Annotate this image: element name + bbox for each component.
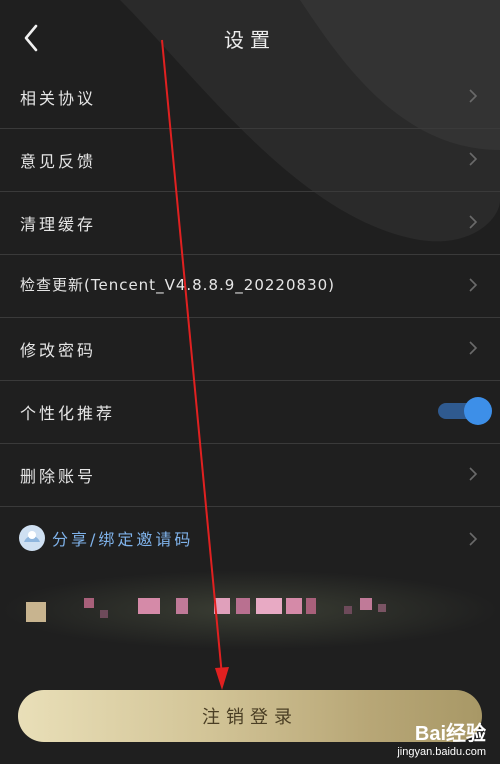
redacted-pixel: [138, 598, 160, 614]
settings-list: 相关协议 意见反馈 清理缓存 检查更新(Tencent_V4.8.8.9_202…: [0, 66, 500, 573]
redacted-avatar: [26, 602, 46, 622]
redacted-pixel: [256, 598, 282, 614]
redacted-account-info: [0, 570, 500, 650]
page-title: 设置: [224, 28, 276, 52]
watermark-brand: Bai经验: [414, 723, 486, 745]
chevron-right-icon: [469, 89, 478, 103]
baidu-jingyan-watermark: Bai经验 jingyan.baidu.com: [397, 717, 486, 758]
redacted-pixel: [378, 604, 386, 612]
redacted-pixel: [344, 606, 352, 614]
settings-item-personalized-recommend: 个性化推荐: [0, 381, 500, 444]
redacted-pixel: [100, 610, 108, 618]
redacted-pixel: [286, 598, 302, 614]
settings-item-feedback[interactable]: 意见反馈: [0, 129, 500, 192]
personalized-recommend-toggle[interactable]: [438, 397, 492, 425]
redacted-pixel: [360, 598, 372, 610]
settings-item-agreements[interactable]: 相关协议: [0, 66, 500, 129]
settings-item-label: 个性化推荐: [20, 404, 116, 423]
settings-item-change-password[interactable]: 修改密码: [0, 318, 500, 381]
invite-code-label: 分享/绑定邀请码: [52, 530, 194, 549]
settings-item-invite-code[interactable]: 分享/绑定邀请码: [0, 507, 500, 573]
chevron-right-icon: [469, 341, 478, 355]
redacted-pixel: [236, 598, 250, 614]
toggle-knob: [464, 397, 492, 425]
chevron-right-icon: [469, 467, 478, 481]
chevron-right-icon: [469, 532, 478, 546]
redaction-glow: [0, 570, 500, 650]
redacted-pixel: [176, 598, 188, 614]
invite-avatar-icon: [19, 525, 45, 551]
chevron-right-icon: [469, 152, 478, 166]
settings-item-label: 检查更新(Tencent_V4.8.8.9_20220830): [20, 276, 336, 294]
settings-item-check-update[interactable]: 检查更新(Tencent_V4.8.8.9_20220830): [0, 255, 500, 318]
watermark-url: jingyan.baidu.com: [397, 746, 486, 758]
chevron-right-icon: [469, 278, 478, 292]
settings-item-label: 相关协议: [20, 89, 97, 108]
chevron-right-icon: [469, 215, 478, 229]
redacted-pixel: [306, 598, 316, 614]
settings-item-label: 删除账号: [20, 467, 97, 486]
redacted-pixel: [214, 598, 230, 614]
settings-item-label: 意见反馈: [20, 152, 97, 171]
settings-item-clear-cache[interactable]: 清理缓存: [0, 192, 500, 255]
settings-item-label: 清理缓存: [20, 215, 97, 234]
settings-item-delete-account[interactable]: 删除账号: [0, 444, 500, 507]
header-bar: 设置: [0, 0, 500, 76]
redacted-pixel: [84, 598, 94, 608]
settings-item-label: 修改密码: [20, 341, 97, 360]
